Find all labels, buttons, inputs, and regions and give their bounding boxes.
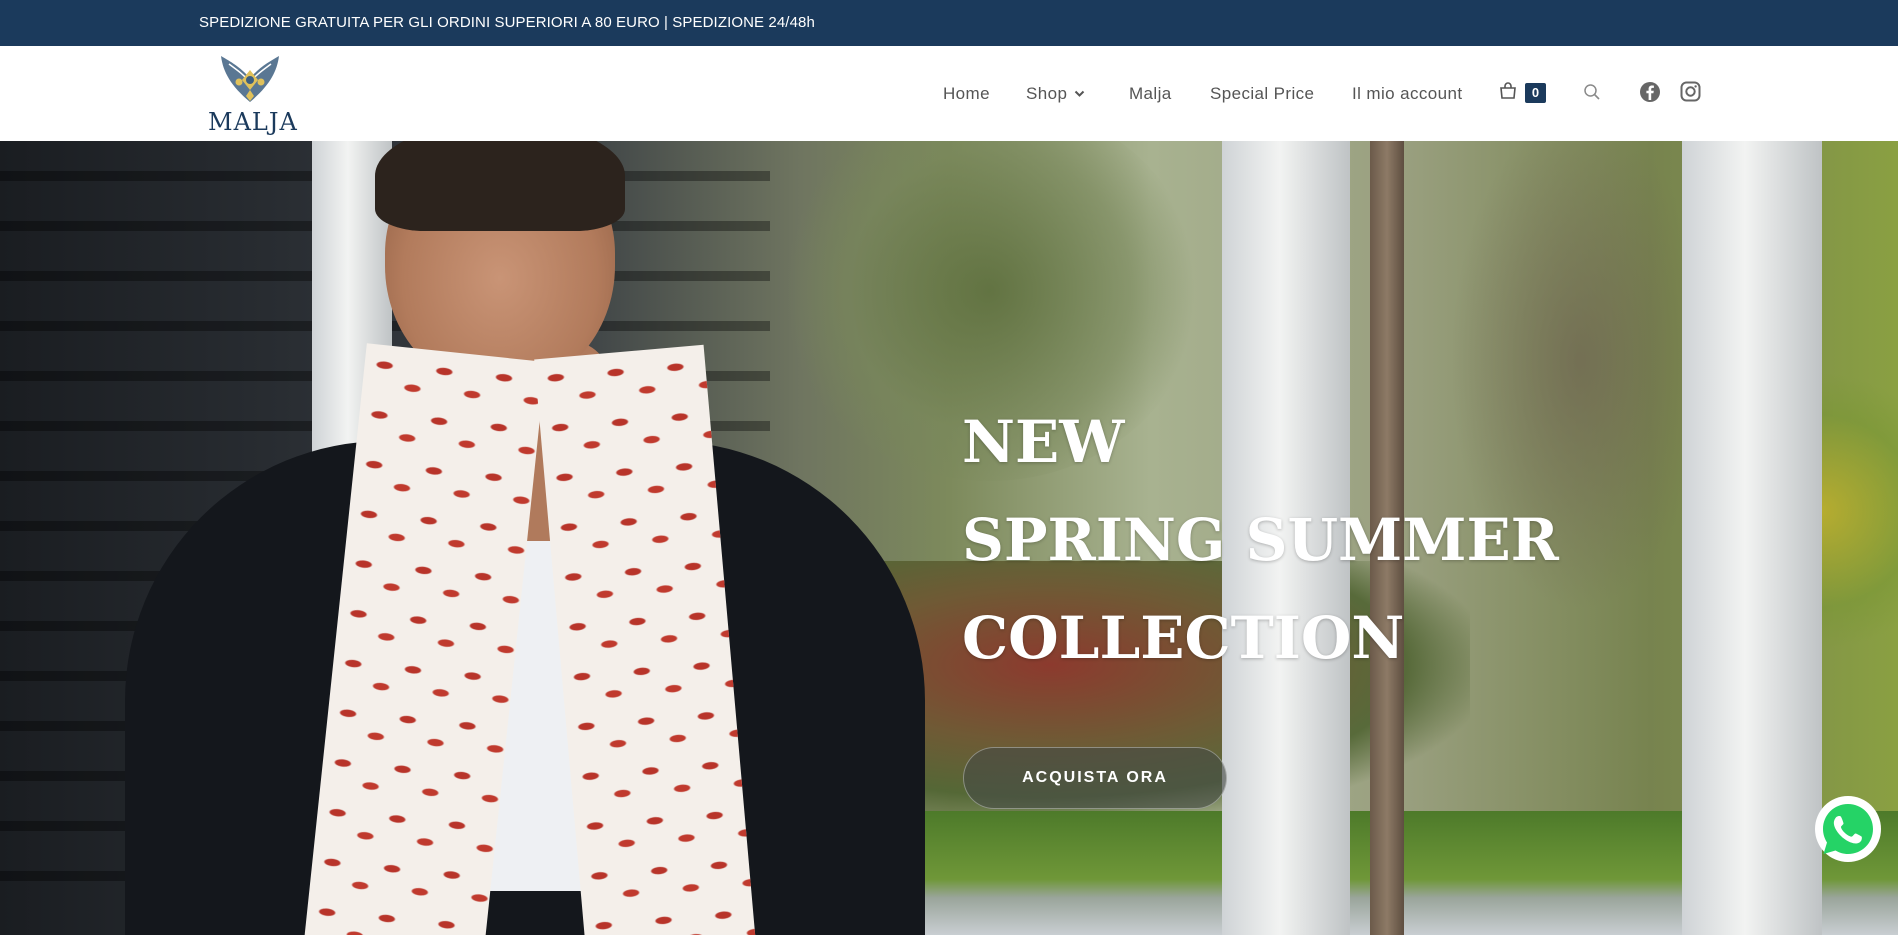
- hero-title-line: SPRING SUMMER: [962, 506, 1559, 574]
- chevron-down-icon: [1074, 90, 1085, 97]
- hero-title-line: NEW: [962, 408, 1125, 476]
- search-icon[interactable]: [1583, 83, 1601, 101]
- hero-background-image: [0, 141, 1898, 935]
- nav-item-shop[interactable]: Shop: [1026, 84, 1085, 104]
- nav-item-account[interactable]: Il mio account: [1352, 84, 1462, 104]
- instagram-icon[interactable]: [1680, 81, 1701, 102]
- announcement-bar: SPEDIZIONE GRATUITA PER GLI ORDINI SUPER…: [0, 0, 1898, 46]
- main-navigation: Home Shop Malja Special Price Il mio acc…: [0, 46, 1898, 141]
- shop-now-button[interactable]: ACQUISTA ORA: [963, 747, 1227, 809]
- hero-title: NEW SPRING SUMMER COLLECTION: [962, 393, 1559, 687]
- whatsapp-icon: [1817, 798, 1879, 860]
- nav-item-malja[interactable]: Malja: [1129, 84, 1172, 104]
- cart-count-badge[interactable]: 0: [1525, 83, 1546, 103]
- nav-item-special-price[interactable]: Special Price: [1210, 84, 1314, 104]
- hero-title-line: COLLECTION: [962, 604, 1405, 672]
- facebook-icon[interactable]: [1639, 81, 1661, 103]
- whatsapp-chat-button[interactable]: [1815, 796, 1881, 862]
- shopping-bag-icon[interactable]: [1499, 82, 1517, 100]
- hero-banner: NEW SPRING SUMMER COLLECTION ACQUISTA OR…: [0, 141, 1898, 935]
- site-header: MALJA Home Shop Malja Special Price Il m…: [0, 46, 1898, 141]
- nav-item-home[interactable]: Home: [943, 84, 990, 104]
- nav-item-shop-label: Shop: [1026, 84, 1068, 103]
- announcement-text: SPEDIZIONE GRATUITA PER GLI ORDINI SUPER…: [199, 14, 815, 31]
